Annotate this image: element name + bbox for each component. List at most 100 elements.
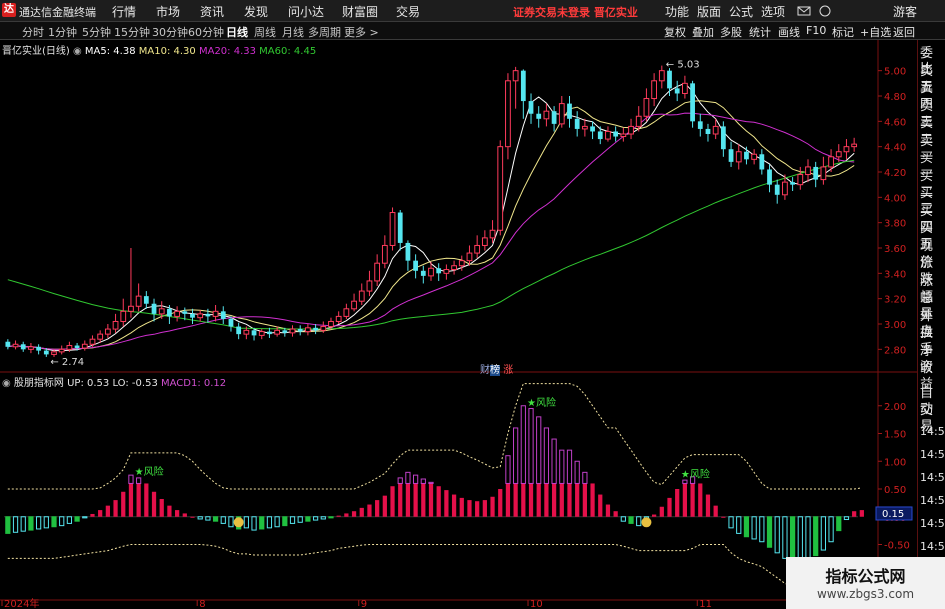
candle [5,339,11,350]
candle [112,313,119,333]
histogram-bar [289,516,296,524]
event-markers[interactable]: 财榜 涨 [480,361,513,376]
settings-icon[interactable]: ◉ [73,46,82,57]
period-1min[interactable]: 1分钟 [48,24,77,40]
macd-bar [582,471,588,484]
menu-wealth-circle[interactable]: 财富圈 [342,3,378,20]
chart-toolbar: 分时 1分钟 5分钟 15分钟 30分钟 60分钟 日线 周线 月线 多周期 更… [0,22,945,40]
macd-bar [412,474,419,484]
period-weekly[interactable]: 周线 [254,24,276,40]
candle [420,265,426,284]
tool-f10[interactable]: F10 [806,24,826,37]
menu-function[interactable]: 功能 [665,3,689,20]
tool-mark[interactable]: 标记 [832,24,854,40]
candle [143,291,149,309]
y-tick-label: 4.40 [884,143,906,154]
y-tick-label: 5.00 [884,67,906,78]
kline-chart[interactable]: 5.00 4.80 4.60 4.40 4.20 4.00 3.80 3.60 3.40 3.20… [0,40,917,609]
period-monthly[interactable]: 月线 [282,24,304,40]
candle-body [358,290,365,302]
histogram-bar [682,483,688,517]
period-5min[interactable]: 5分钟 [82,24,111,40]
macd-bar [520,405,526,484]
indicator-name[interactable]: 股朋指标网 [14,378,64,389]
guest-user[interactable]: 游客 [893,3,917,20]
histogram-bar [567,483,572,517]
candle [405,240,411,271]
mail-icon[interactable] [797,4,811,18]
tool-overlay[interactable]: 叠加 [692,24,714,40]
tool-multistock[interactable]: 多股 [720,24,742,40]
histogram-bar [582,483,587,517]
candle-body [135,295,142,307]
candle-body [143,296,149,304]
menu-news[interactable]: 资讯 [200,3,224,20]
menu-discover[interactable]: 发现 [244,3,268,20]
candle [436,263,442,281]
tool-add-watchlist[interactable]: +自选 [860,24,891,40]
period-15min[interactable]: 15分钟 [114,24,150,40]
histogram-bar [498,489,503,517]
candle [81,340,88,351]
candle [767,164,772,193]
period-timeshare[interactable]: 分时 [22,24,44,40]
ma10-value: MA10: 4.30 [138,46,196,57]
period-more[interactable]: 更多 > [344,24,379,40]
candle-body [635,115,642,127]
candle [520,69,526,119]
histogram-bar [736,516,742,534]
histogram-bar [205,516,211,521]
marker-finance[interactable]: 财 [480,365,490,376]
y-tick-label: 3.60 [884,244,906,255]
menu-layout[interactable]: 版面 [697,3,721,20]
tool-draw[interactable]: 画线 [778,24,800,40]
period-60min[interactable]: 60分钟 [188,24,224,40]
histogram-bar [159,498,164,517]
candle-body [220,311,226,319]
candle-body [5,341,11,347]
menu-quotes[interactable]: 行情 [112,3,136,20]
histogram-bar [675,489,680,517]
tool-back[interactable]: 返回 [893,24,915,40]
login-status[interactable]: 证券交易未登录 晋亿实业 [513,4,638,20]
menu-formula[interactable]: 公式 [729,3,753,20]
period-multi[interactable]: 多周期 [308,24,341,40]
menu-ask[interactable]: 问小达 [288,3,324,20]
candle [128,248,134,318]
candle-body [658,70,665,82]
menu-trade[interactable]: 交易 [396,3,420,20]
candle-body [759,154,765,170]
sub-settings-icon[interactable]: ◉ [2,378,11,389]
candle-body [767,169,772,185]
candle [851,137,858,152]
candle-body [613,131,619,137]
tool-adjust[interactable]: 复权 [664,24,686,40]
period-30min[interactable]: 30分钟 [152,24,188,40]
marker-rank[interactable]: 榜 [490,365,500,376]
y-tick-label: 3.00 [884,320,906,331]
money-bag-icon [233,517,244,528]
skin-icon[interactable] [818,4,832,18]
y-tick-label: 3.20 [884,295,906,306]
trade-time-3: 14:56 [920,494,945,507]
menu-market[interactable]: 市场 [156,3,180,20]
candle-body [543,110,550,120]
candle-body [628,125,634,135]
period-daily[interactable]: 日线 [226,24,248,40]
macd-bar [420,478,426,484]
histogram-bar [274,516,280,528]
tool-stats[interactable]: 统计 [749,24,771,40]
menu-options[interactable]: 选项 [761,3,785,20]
marker-rise[interactable]: 涨 [503,365,513,376]
sub-tick-label: 1.50 [884,430,906,441]
candle-body [428,267,434,277]
histogram-bar [228,516,234,528]
candle [558,96,565,128]
candle-body [690,83,695,122]
candle-body [651,80,658,100]
candle-body [20,344,26,350]
candle [705,123,711,142]
candle [536,106,542,128]
histogram-bar [605,504,611,517]
stock-name[interactable]: 晋亿实业(日线) [2,46,70,57]
